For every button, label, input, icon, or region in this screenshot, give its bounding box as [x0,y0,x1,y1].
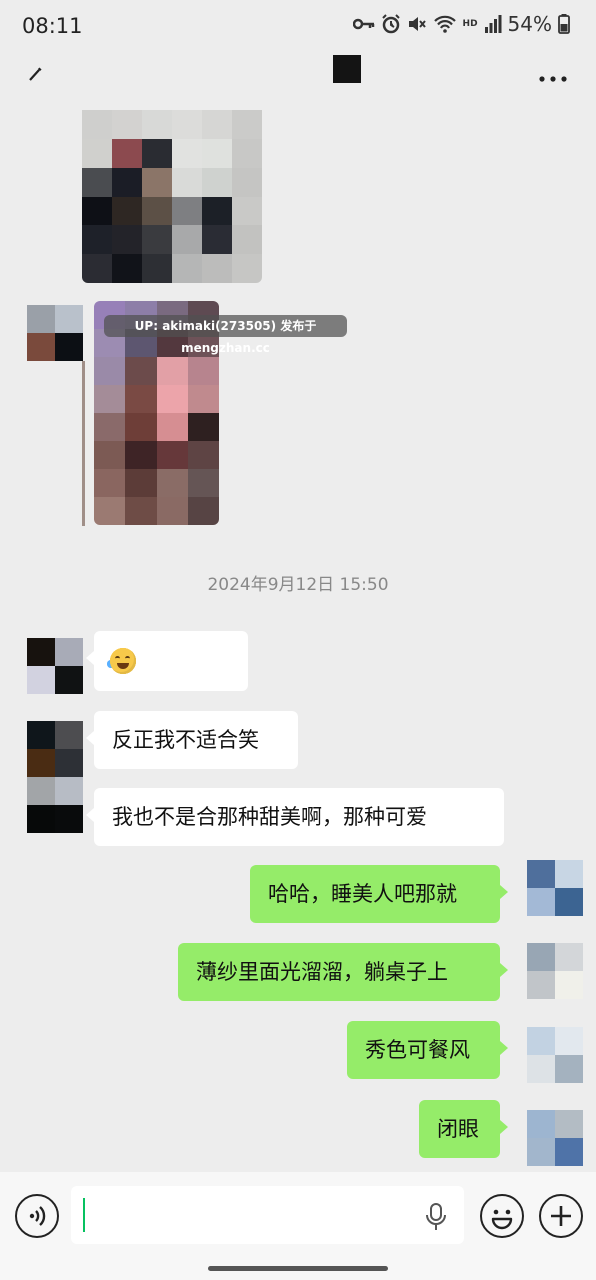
message-text: 秀色可餐风 [365,1038,470,1062]
watermark-label: UP: akimaki(273505) 发布于 mengzhan.cc [104,315,347,355]
message-input[interactable] [71,1186,464,1244]
contact-avatar[interactable] [27,777,83,833]
user-avatar[interactable] [527,943,583,999]
divider-line [82,361,85,526]
contact-avatar[interactable] [27,305,83,361]
text-cursor [83,1198,85,1232]
alarm-icon [381,14,400,34]
message-text: 闭眼 [437,1117,479,1141]
status-icons: HD 54% [352,12,570,36]
contact-avatar[interactable] [27,721,83,777]
voice-icon [29,1206,46,1226]
more-dots-icon [539,76,567,82]
mute-icon [408,17,426,31]
chat-header [0,52,596,112]
message-text: 反正我不适合笑 [112,728,259,752]
image-message-1[interactable] [82,110,262,283]
mic-icon[interactable] [424,1202,448,1232]
drooling-face-emoji-icon [110,648,136,674]
emoji-icon [491,1209,513,1230]
network-label: HD [462,19,478,29]
message-text: 薄纱里面光溜溜，躺桌子上 [196,960,448,984]
status-bar: 08:11 HD 54% [0,0,596,52]
user-avatar[interactable] [527,1110,583,1166]
message-timestamp: 2024年9月12日 15:50 [207,575,389,595]
battery-icon [558,14,570,34]
message-text: 哈哈，睡美人吧那就 [268,882,457,906]
message-bubble-incoming[interactable]: 我也不是合那种甜美啊，那种可爱 [86,788,504,846]
message-bubble-outgoing[interactable]: 闭眼 [419,1100,508,1158]
status-time: 08:11 [22,14,83,38]
key-icon [352,18,374,30]
message-bubble-outgoing[interactable]: 秀色可餐风 [347,1021,508,1079]
message-bubble-incoming[interactable] [86,631,248,691]
home-indicator[interactable] [208,1266,388,1271]
voice-button[interactable] [15,1194,59,1238]
signal-icon [484,15,502,33]
message-text: 我也不是合那种甜美啊，那种可爱 [112,805,427,829]
more-button[interactable] [534,60,574,90]
emoji-button[interactable] [480,1194,524,1238]
user-avatar[interactable] [527,860,583,916]
message-bubble-incoming[interactable]: 反正我不适合笑 [86,711,298,769]
chat-title-redacted [333,55,361,83]
user-avatar[interactable] [527,1027,583,1083]
back-button[interactable] [22,58,52,88]
input-bar [0,1172,596,1280]
message-bubble-outgoing[interactable]: 薄纱里面光溜溜，躺桌子上 [178,943,508,1001]
plus-icon [551,1206,571,1226]
battery-percent: 54% [507,12,552,36]
contact-avatar[interactable] [27,638,83,694]
wifi-icon [433,15,456,33]
pen-icon [29,67,42,81]
plus-button[interactable] [539,1194,583,1238]
message-bubble-outgoing[interactable]: 哈哈，睡美人吧那就 [250,865,508,923]
